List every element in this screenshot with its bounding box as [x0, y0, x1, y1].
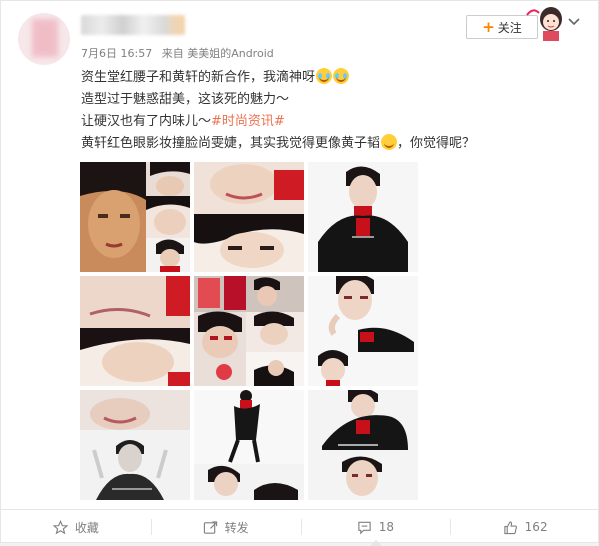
text-line-3: 让硬汉也有了内味儿～ — [81, 114, 212, 129]
expanded-caret-icon — [370, 540, 383, 546]
photo-thumbnail[interactable] — [80, 162, 190, 272]
text-line-1: 资生堂红腰子和黄轩的新合作，我滴神呀 — [81, 70, 316, 85]
thumbs-up-icon — [503, 520, 517, 534]
plus-icon: + — [482, 17, 495, 36]
post-time[interactable]: 7月6日 16:57 — [81, 47, 152, 60]
comment-count: 18 — [378, 520, 395, 534]
photo-thumbnail[interactable] — [80, 276, 190, 386]
laugh-cry-emoji-icon — [333, 68, 350, 84]
like-button[interactable]: 162 — [450, 510, 599, 544]
image-grid — [80, 162, 422, 500]
favorite-button[interactable]: 收藏 — [1, 510, 151, 544]
photo-thumbnail[interactable] — [308, 162, 418, 272]
text-line-2: 造型过于魅惑甜美，这该死的魅力～ — [81, 92, 290, 107]
photo-thumbnail[interactable] — [308, 390, 418, 500]
weibo-post-card: 7月6日 16:57 来自 美美姐的Android + 关注 资生堂红腰子和黄轩… — [0, 0, 599, 546]
cartoon-decoration-icon — [526, 7, 562, 41]
comment-icon — [358, 521, 371, 534]
follow-label: 关注 — [497, 20, 522, 35]
post-source[interactable]: 美美姐的Android — [187, 47, 274, 60]
post-from: 来自 — [161, 47, 184, 60]
favorite-label: 收藏 — [74, 520, 99, 535]
smile-emoji-icon — [381, 134, 398, 150]
chevron-down-icon[interactable] — [567, 15, 581, 29]
blurred-username[interactable] — [81, 15, 185, 35]
photo-thumbnail[interactable] — [194, 276, 304, 386]
avatar[interactable] — [18, 13, 70, 65]
repost-button[interactable]: 转发 — [150, 510, 301, 544]
repost-icon — [203, 520, 217, 534]
text-line-4: 黄轩红色眼影妆撞脸尚雯婕，其实我觉得更像黄子韬 — [81, 136, 381, 151]
action-bar: 收藏 转发 18 162 — [1, 510, 599, 546]
star-icon — [52, 519, 68, 534]
photo-thumbnail[interactable] — [194, 390, 304, 500]
like-count: 162 — [524, 520, 548, 534]
post-text: 资生堂红腰子和黄轩的新合作，我滴神呀 造型过于魅惑甜美，这该死的魅力～ 让硬汉也… — [81, 67, 581, 155]
laugh-cry-emoji-icon — [316, 68, 333, 84]
repost-label: 转发 — [224, 520, 249, 535]
hashtag-link[interactable]: #时尚资讯# — [211, 114, 285, 129]
comment-button[interactable]: 18 — [300, 510, 451, 546]
photo-thumbnail[interactable] — [308, 276, 418, 386]
post-meta: 7月6日 16:57 来自 美美姐的Android — [81, 45, 274, 61]
photo-thumbnail[interactable] — [194, 162, 304, 272]
photo-thumbnail[interactable] — [80, 390, 190, 500]
text-line-4-end: ，你觉得呢？ — [397, 136, 476, 151]
